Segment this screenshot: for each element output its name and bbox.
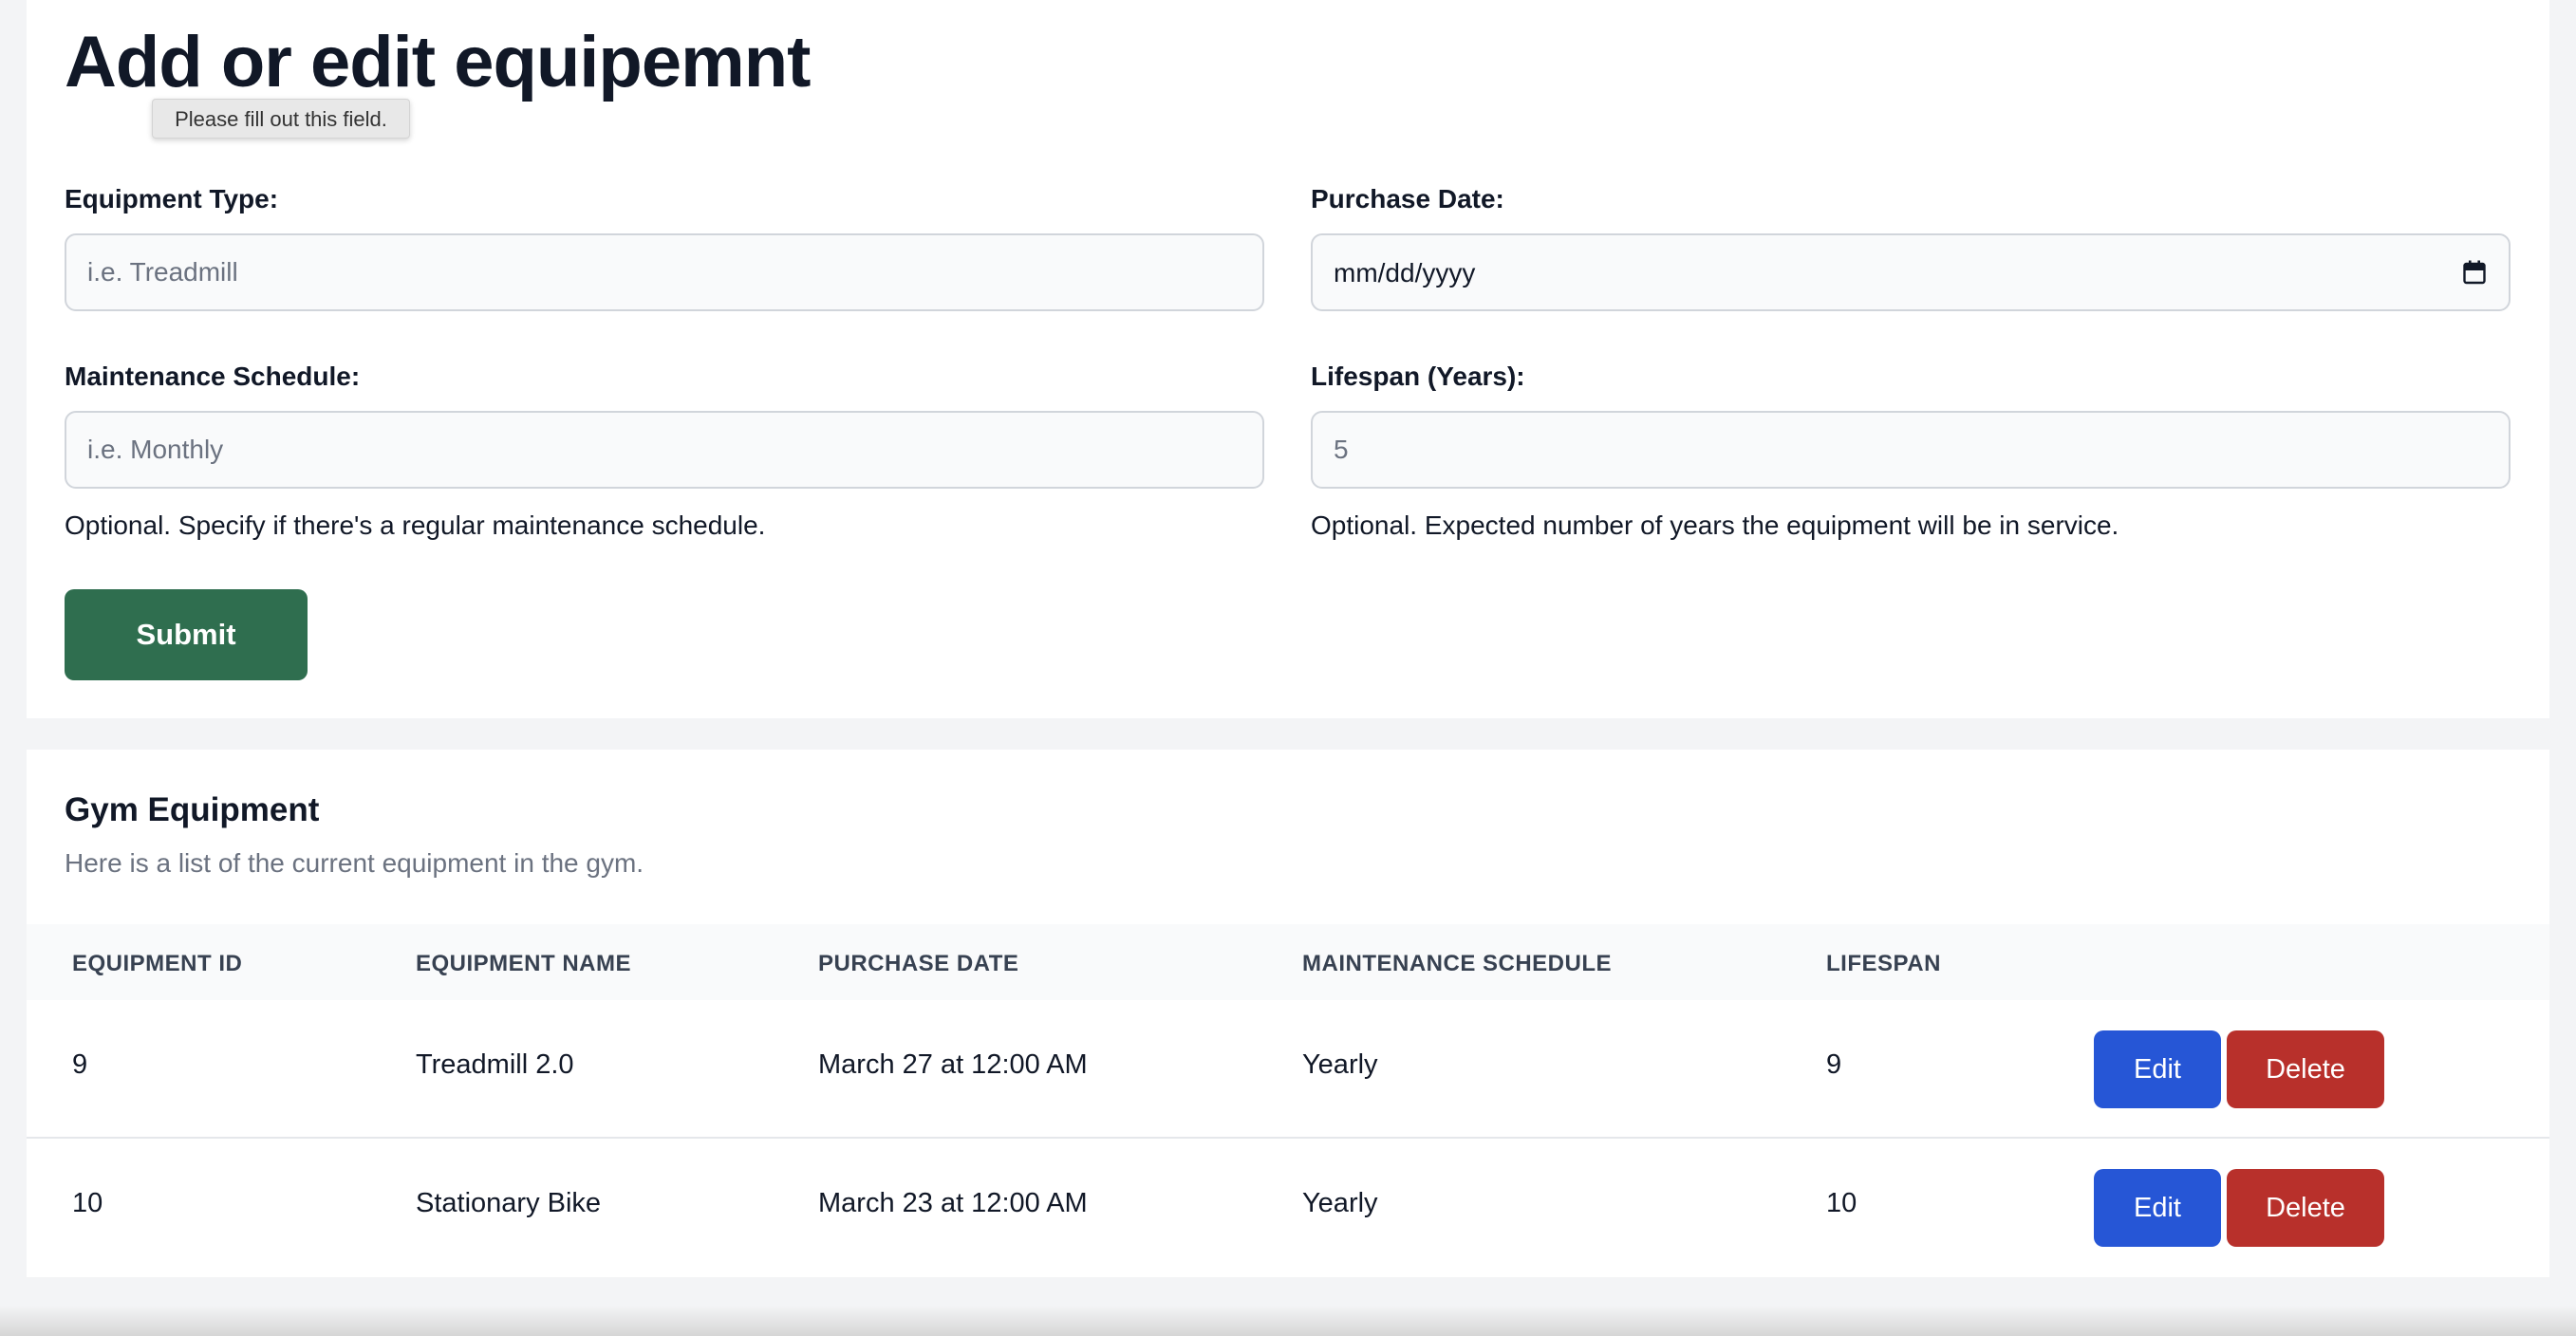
validation-tooltip: Please fill out this field.	[152, 99, 410, 139]
purchase-date-input[interactable]: mm/dd/yyyy	[1311, 233, 2511, 311]
cell-maintenance: Yearly	[1302, 1188, 1378, 1218]
column-header-id: EQUIPMENT ID	[72, 951, 243, 976]
column-header-name: EQUIPMENT NAME	[416, 951, 632, 976]
cell-lifespan: 10	[1826, 1188, 1857, 1218]
cell-name: Stationary Bike	[416, 1188, 602, 1218]
lifespan-input[interactable]	[1311, 411, 2511, 489]
cell-name: Treadmill 2.0	[416, 1049, 574, 1080]
column-header-maintenance: MAINTENANCE SCHEDULE	[1302, 951, 1613, 976]
table-row: 10 Stationary Bike March 23 at 12:00 AM …	[27, 1139, 2549, 1277]
cell-id: 9	[72, 1049, 88, 1080]
maintenance-schedule-input[interactable]	[65, 411, 1264, 489]
maintenance-schedule-help: Optional. Specify if there's a regular m…	[65, 510, 766, 540]
submit-button[interactable]: Submit	[65, 589, 308, 680]
cell-maintenance: Yearly	[1302, 1049, 1378, 1080]
page-title: Add or edit equipemnt	[65, 22, 811, 102]
cell-id: 10	[72, 1188, 103, 1218]
maintenance-schedule-label: Maintenance Schedule:	[65, 362, 361, 391]
purchase-date-value: mm/dd/yyyy	[1334, 258, 1476, 288]
equipment-form-card: Add or edit equipemnt Please fill out th…	[27, 0, 2549, 718]
edit-button[interactable]: Edit	[2094, 1169, 2221, 1247]
column-header-lifespan: LIFESPAN	[1826, 951, 1941, 976]
cell-purchase-date: March 23 at 12:00 AM	[818, 1188, 1088, 1218]
equipment-type-input[interactable]	[65, 233, 1264, 311]
cell-purchase-date: March 27 at 12:00 AM	[818, 1049, 1088, 1080]
cell-lifespan: 9	[1826, 1049, 1842, 1080]
edit-button[interactable]: Edit	[2094, 1030, 2221, 1108]
list-description: Here is a list of the current equipment …	[65, 848, 644, 878]
delete-button[interactable]: Delete	[2227, 1169, 2384, 1247]
list-title: Gym Equipment	[65, 791, 320, 828]
equipment-list-card: Gym Equipment Here is a list of the curr…	[27, 750, 2549, 1277]
lifespan-label: Lifespan (Years):	[1311, 362, 1525, 391]
calendar-icon[interactable]	[2463, 260, 2486, 285]
window-bottom-edge	[0, 1306, 2576, 1336]
table-row: 9 Treadmill 2.0 March 27 at 12:00 AM Yea…	[27, 1000, 2549, 1139]
equipment-type-label: Equipment Type:	[65, 184, 279, 213]
delete-button[interactable]: Delete	[2227, 1030, 2384, 1108]
column-header-purchase-date: PURCHASE DATE	[818, 951, 1019, 976]
table-header: EQUIPMENT ID EQUIPMENT NAME PURCHASE DAT…	[27, 924, 2549, 1000]
purchase-date-label: Purchase Date:	[1311, 184, 1504, 213]
lifespan-help: Optional. Expected number of years the e…	[1311, 510, 2119, 540]
